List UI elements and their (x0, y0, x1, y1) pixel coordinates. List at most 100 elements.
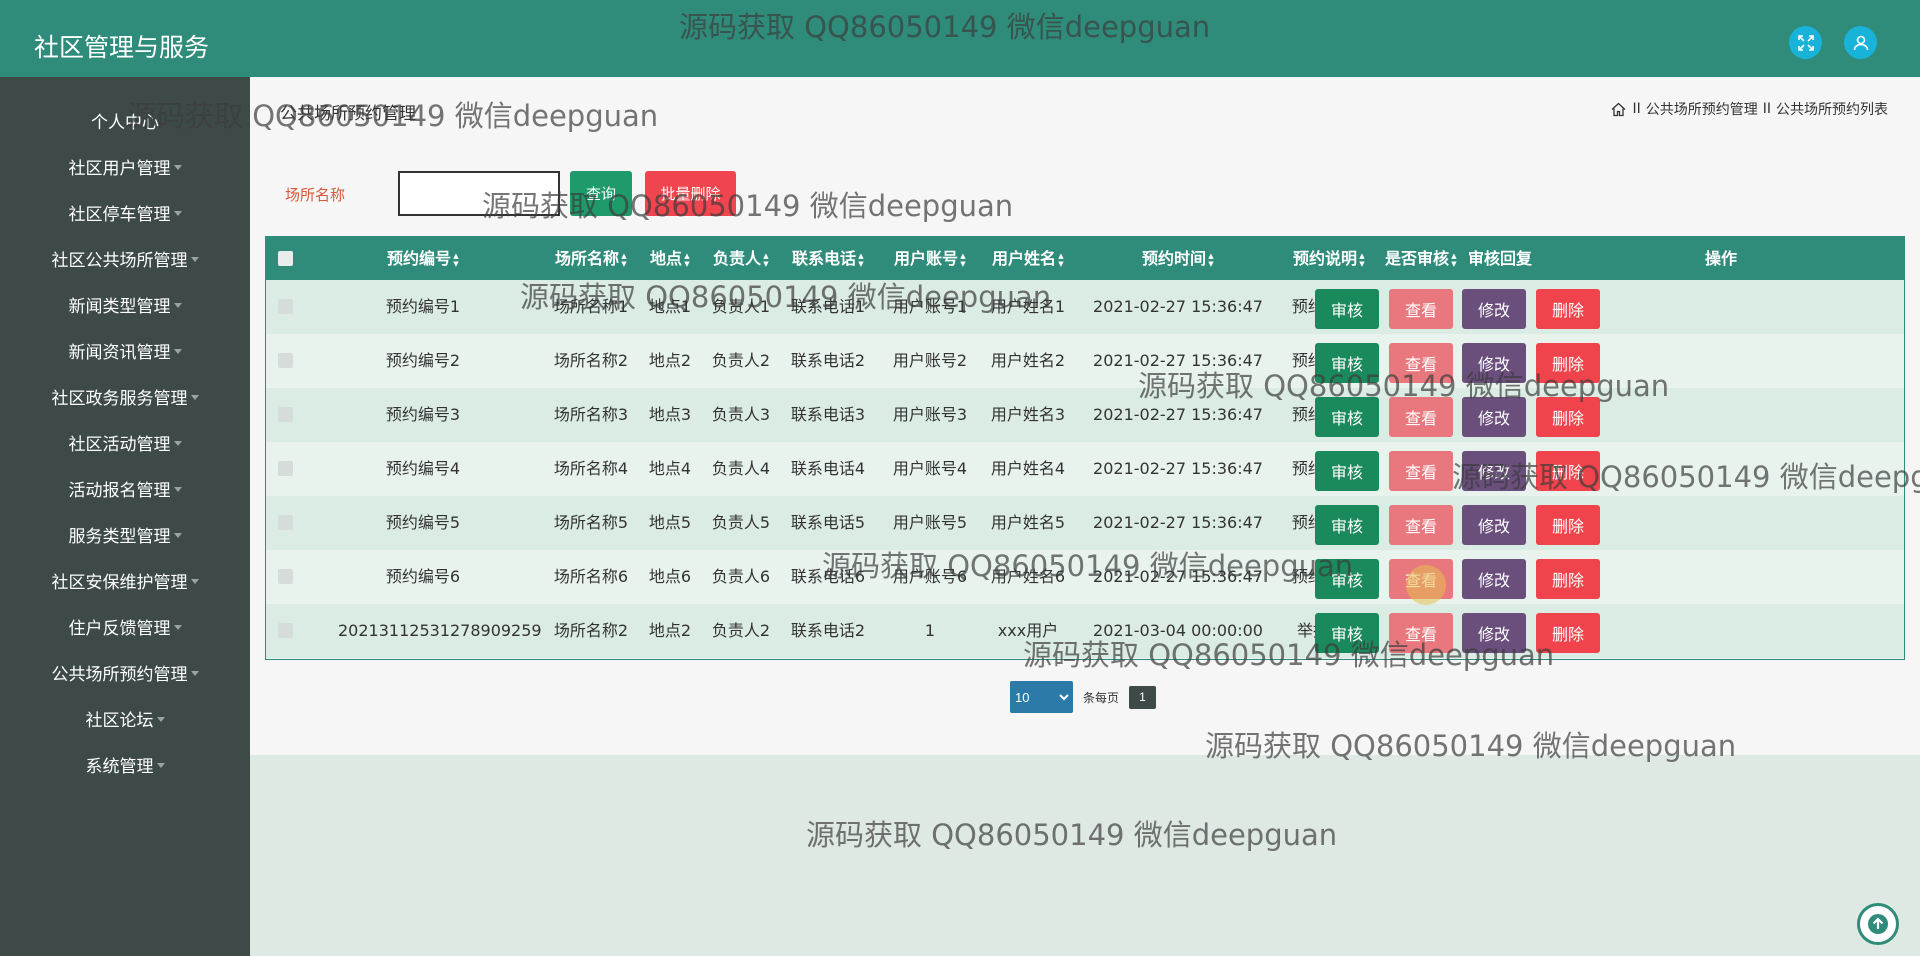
audit-button[interactable]: 审核 (1315, 451, 1379, 491)
watermark-text: 源码获取 QQ86050149 微信deepguan (806, 818, 1338, 852)
delete-button[interactable]: 删除 (1536, 397, 1600, 437)
row-checkbox[interactable] (278, 299, 293, 314)
audit-button[interactable]: 审核 (1315, 505, 1379, 545)
user-icon (1853, 35, 1868, 50)
delete-button[interactable]: 删除 (1536, 505, 1600, 545)
column-header: 审核回复 (1430, 237, 1570, 280)
breadcrumb-separator: II (1762, 101, 1771, 117)
sidebar-item[interactable]: 社区停车管理 (0, 192, 250, 232)
sidebar-item[interactable]: 住户反馈管理 (0, 606, 250, 646)
sidebar-item-label: 社区安保维护管理 (51, 572, 188, 593)
column-header-label: 审核回复 (1467, 249, 1532, 268)
edit-button[interactable]: 修改 (1462, 451, 1526, 491)
column-header-label: 预约编号 (386, 249, 451, 268)
row-checkbox[interactable] (278, 353, 293, 368)
sidebar-item[interactable]: 新闻资讯管理 (0, 330, 250, 370)
home-icon[interactable] (1610, 101, 1627, 118)
view-button[interactable]: 查看 (1389, 289, 1453, 329)
batch-delete-button[interactable]: 批量删除 (645, 171, 736, 216)
column-header: 操作 (1651, 237, 1791, 280)
sidebar-item[interactable]: 新闻类型管理 (0, 284, 250, 324)
delete-button[interactable]: 删除 (1536, 613, 1600, 653)
table-cell: 2021311253127890925​9 (338, 621, 542, 640)
row-checkbox[interactable] (278, 569, 293, 584)
caret-down-icon (190, 256, 199, 262)
caret-down-icon (173, 210, 182, 216)
caret-down-icon (190, 670, 199, 676)
sidebar-item-label: 系统管理 (85, 756, 154, 777)
sort-icon[interactable]: ▲▼ (1057, 252, 1065, 268)
view-button[interactable]: 查看 (1389, 613, 1453, 653)
sidebar-item[interactable]: 个人中心 (0, 100, 250, 140)
sort-icon[interactable]: ▲▼ (452, 252, 460, 268)
edit-button[interactable]: 修改 (1462, 397, 1526, 437)
audit-button[interactable]: 审核 (1315, 559, 1379, 599)
sidebar-item[interactable]: 社区安保维护管理 (0, 560, 250, 600)
table-cell: 2021-02-27 15:36:47 (1093, 459, 1263, 478)
row-checkbox[interactable] (278, 407, 293, 422)
user-button[interactable] (1844, 26, 1877, 59)
view-button[interactable]: 查看 (1389, 397, 1453, 437)
table-cell: 2021-03-04 00:00:00 (1093, 621, 1263, 640)
row-checkbox[interactable] (278, 623, 293, 638)
table-row: 预约编号5 场所名称5 地点5 负责人5 联系电话5 用户账号5 用户姓名5 2021-02-… (266, 496, 1904, 550)
audit-button[interactable]: 审核 (1315, 289, 1379, 329)
sidebar-item[interactable]: 系统管理 (0, 744, 250, 784)
table-row: 预约编号6 场所名称6 地点6 负责人6 联系电话6 用户账号6 用户姓名6 2021-02-… (266, 550, 1904, 604)
breadcrumb: II 公共场所预约管理 II 公共场所预约列表 (1610, 99, 1888, 119)
back-to-top-button[interactable] (1857, 903, 1899, 945)
edit-button[interactable]: 修改 (1462, 613, 1526, 653)
caret-down-icon (156, 716, 165, 722)
row-checkbox[interactable] (278, 515, 293, 530)
view-button[interactable]: 查看 (1389, 343, 1453, 383)
table-row: 预约编号2 场所名称2 地点2 负责人2 联系电话2 用户账号2 用户姓名2 2021-02-… (266, 334, 1904, 388)
table-cell: 2021-02-27 15:36:47 (1093, 297, 1263, 316)
view-button[interactable]: 查看 (1389, 451, 1453, 491)
sidebar-item[interactable]: 社区论坛 (0, 698, 250, 738)
delete-button[interactable]: 删除 (1536, 451, 1600, 491)
row-checkbox[interactable] (278, 461, 293, 476)
delete-button[interactable]: 删除 (1536, 289, 1600, 329)
select-all-checkbox[interactable] (278, 251, 293, 266)
table-cell: 预约编号5 (385, 513, 461, 532)
search-button[interactable]: 查询 (570, 171, 632, 216)
page-size-select[interactable]: 10 (1010, 681, 1073, 713)
breadcrumb-item[interactable]: 公共场所预约管理 (1646, 99, 1758, 119)
breadcrumb-item[interactable]: 公共场所预约列表 (1776, 99, 1888, 119)
audit-button[interactable]: 审核 (1315, 343, 1379, 383)
column-header[interactable]: 用户姓名▲▼ (958, 237, 1098, 280)
fullscreen-button[interactable] (1789, 26, 1822, 59)
edit-button[interactable]: 修改 (1462, 559, 1526, 599)
edit-button[interactable]: 修改 (1462, 289, 1526, 329)
view-button[interactable]: 查看 (1389, 505, 1453, 545)
page-number-button[interactable]: 1 (1129, 685, 1157, 709)
delete-button[interactable]: 删除 (1536, 559, 1600, 599)
venue-name-input[interactable] (398, 171, 560, 216)
sidebar-item-label: 社区政务服务管理 (51, 388, 188, 409)
sort-icon[interactable]: ▲▼ (1207, 252, 1215, 268)
column-header[interactable]: 预约时间▲▼ (1108, 237, 1248, 280)
table-cell: 用户姓名3 (990, 405, 1066, 424)
table-row: 2021311253127890925​9 场所名称2 地点2 负责人2 联系电话2 1 x… (266, 604, 1904, 658)
sidebar-item[interactable]: 服务类型管理 (0, 514, 250, 554)
sidebar-item[interactable]: 社区公共场所管理 (0, 238, 250, 278)
audit-button[interactable]: 审核 (1315, 397, 1379, 437)
edit-button[interactable]: 修改 (1462, 505, 1526, 545)
table-row: 预约编号4 场所名称4 地点4 负责人4 联系电话4 用户账号4 用户姓名4 2021-02-… (266, 442, 1904, 496)
column-header[interactable]: 预约编号▲▼ (353, 237, 493, 280)
sidebar-item[interactable]: 社区用户管理 (0, 146, 250, 186)
edit-button[interactable]: 修改 (1462, 343, 1526, 383)
table-row: 预约编号1 场所名称1 地点1 负责人1 联系电话1 用户账号1 用户姓名1 2021-02-… (266, 280, 1904, 334)
caret-down-icon (173, 486, 182, 492)
sidebar-item[interactable]: 活动报名管理 (0, 468, 250, 508)
app-title: 社区管理与服务 (34, 33, 210, 62)
caret-down-icon (173, 440, 182, 446)
sidebar-item[interactable]: 社区活动管理 (0, 422, 250, 462)
sidebar-item[interactable]: 社区政务服务管理 (0, 376, 250, 416)
audit-button[interactable]: 审核 (1315, 613, 1379, 653)
delete-button[interactable]: 删除 (1536, 343, 1600, 383)
column-header-label: 负责人 (712, 249, 761, 268)
caret-down-icon (190, 578, 199, 584)
sidebar-item[interactable]: 公共场所预约管理 (0, 652, 250, 692)
fullscreen-icon (1797, 34, 1814, 51)
